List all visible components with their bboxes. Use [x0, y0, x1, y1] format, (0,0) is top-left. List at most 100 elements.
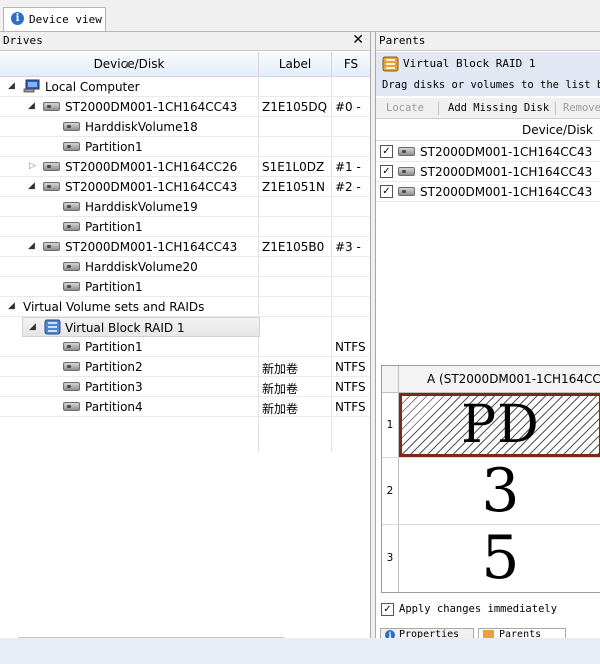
tree-row-partition[interactable]: Partition1 NTFS [0, 337, 370, 357]
grid-row-header[interactable]: 3 [382, 525, 399, 592]
tree-row-name: ST2000DM001-1CH164CC43 [65, 100, 238, 114]
partition-icon [63, 142, 80, 151]
parent-disk-row[interactable]: ✓ ST2000DM001-1CH164CC43 [376, 142, 600, 162]
bottom-tabs: i Properties Parents [376, 628, 600, 641]
tree-row-fs: #1 - [335, 160, 361, 174]
hard-disk-icon [398, 167, 415, 176]
drives-column-headers: ▲ Device/Disk Label FS [0, 52, 370, 77]
tree-row-disk[interactable]: ▷ ST2000DM001-1CH164CC26 S1E1L0DZ #1 - [0, 157, 370, 177]
grid-cell[interactable]: 5 [399, 525, 600, 592]
tree-row-name: Partition1 [85, 280, 143, 294]
tree-row-virtual-sets[interactable]: ◢ Virtual Volume sets and RAIDs [0, 297, 370, 317]
tree-row-fs: NTFS [335, 400, 366, 414]
partition-icon [63, 222, 80, 231]
collapse-arrow-icon[interactable]: ◢ [28, 181, 35, 191]
disk-checkbox[interactable]: ✓ [380, 145, 393, 158]
tree-row-label: Z1E105DQ [262, 100, 328, 114]
remove-button[interactable]: Remove [563, 102, 600, 114]
tree-row-name: ST2000DM001-1CH164CC26 [65, 160, 238, 174]
parent-disk-name: ST2000DM001-1CH164CC43 [420, 145, 593, 159]
tree-row-label: Z1E1051N [262, 180, 325, 194]
tree-row-name: HarddiskVolume18 [85, 120, 198, 134]
tree-row-partition[interactable]: Partition3 新加卷 NTFS [0, 377, 370, 397]
drives-panel: Drives ✕ ▲ Device/Disk Label FS ◢ Local … [0, 32, 371, 644]
parent-disk-row[interactable]: ✓ ST2000DM001-1CH164CC43 [376, 182, 600, 202]
column-header-label[interactable]: Label [259, 52, 332, 76]
disk-checkbox[interactable]: ✓ [380, 165, 393, 178]
grid-row-header[interactable]: 1 [382, 393, 399, 457]
tree-row-volume[interactable]: HarddiskVolume18 [0, 117, 370, 137]
raid-title: Virtual Block RAID 1 [403, 57, 536, 70]
tree-row-partition[interactable]: Partition1 [0, 217, 370, 237]
computer-icon [23, 79, 40, 93]
apply-changes-checkbox[interactable]: ✓ [381, 603, 394, 616]
partition-icon [63, 362, 80, 371]
grid-cell-selected[interactable]: PD [399, 393, 600, 457]
parents-toolbar: Locate Add Missing Disk Remove [376, 98, 600, 119]
collapse-arrow-icon[interactable]: ◢ [8, 81, 15, 91]
collapse-arrow-icon[interactable]: ◢ [8, 301, 15, 311]
tree-row-disk[interactable]: ◢ ST2000DM001-1CH164CC43 Z1E105B0 #3 - [0, 237, 370, 257]
expand-arrow-icon[interactable]: ▷ [29, 161, 36, 171]
raid-icon [382, 56, 399, 72]
tree-row-label: Z1E105B0 [262, 240, 325, 254]
toolbar-separator [555, 102, 556, 115]
tab-device-view[interactable]: i Device view [3, 7, 106, 31]
parents-panel: Parents Virtual Block RAID 1 Drag disks … [375, 32, 600, 641]
tree-row-fs: #0 - [335, 100, 361, 114]
column-header-fs[interactable]: FS [332, 52, 370, 76]
drag-hint-text: Drag disks or volumes to the list box [382, 79, 600, 91]
tree-row-label: 新加卷 [262, 382, 299, 396]
tree-row-name: Virtual Block RAID 1 [65, 321, 185, 335]
tree-row-name: Partition3 [85, 380, 143, 394]
tree-row-partition[interactable]: Partition1 [0, 277, 370, 297]
tree-row-label: S1E1L0DZ [262, 160, 325, 174]
partition-icon [63, 402, 80, 411]
grid-cell-value: PD [461, 395, 540, 455]
grid-column-header[interactable]: A (ST2000DM001-1CH164CC4 [382, 366, 600, 393]
partition-icon [63, 282, 80, 291]
hard-disk-icon [43, 242, 60, 251]
tree-row-name: Local Computer [45, 80, 140, 94]
grid-column-header-label: A (ST2000DM001-1CH164CC4 [427, 372, 600, 386]
partition-icon [63, 382, 80, 391]
grid-cell[interactable]: 3 [399, 458, 600, 524]
tree-row-local-computer[interactable]: ◢ Local Computer [0, 77, 370, 97]
grid-row-header[interactable]: 2 [382, 458, 399, 524]
parents-list-header[interactable]: Device/Disk [376, 120, 600, 141]
tree-row-fs: NTFS [335, 380, 366, 394]
add-missing-disk-button[interactable]: Add Missing Disk [448, 102, 549, 114]
tree-row-disk[interactable]: ◢ ST2000DM001-1CH164CC43 Z1E1051N #2 - [0, 177, 370, 197]
parent-disk-name: ST2000DM001-1CH164CC43 [420, 165, 593, 179]
tree-row-name: HarddiskVolume19 [85, 200, 198, 214]
tree-row-disk[interactable]: ◢ ST2000DM001-1CH164CC43 Z1E105DQ #0 - [0, 97, 370, 117]
collapse-arrow-icon[interactable]: ◢ [29, 322, 36, 332]
hard-disk-icon [43, 162, 60, 171]
raid-icon [44, 319, 61, 335]
locate-button[interactable]: Locate [386, 102, 424, 114]
tree-row-volume[interactable]: HarddiskVolume19 [0, 197, 370, 217]
partition-icon [63, 342, 80, 351]
tree-row-partition[interactable]: Partition2 新加卷 NTFS [0, 357, 370, 377]
tree-row-name: Partition1 [85, 140, 143, 154]
parents-panel-title: Parents [379, 34, 426, 47]
tree-row-label: 新加卷 [262, 362, 299, 376]
tree-row-fs: #2 - [335, 180, 361, 194]
collapse-arrow-icon[interactable]: ◢ [28, 241, 35, 251]
close-icon[interactable]: ✕ [352, 32, 364, 48]
tree-row-partition[interactable]: Partition1 [0, 137, 370, 157]
column-header-device[interactable]: ▲ Device/Disk [0, 52, 259, 76]
apply-changes-label: Apply changes immediately [399, 603, 558, 615]
tree-row-volume[interactable]: HarddiskVolume20 [0, 257, 370, 277]
disk-checkbox[interactable]: ✓ [380, 185, 393, 198]
parents-panel-header: Parents [376, 32, 600, 51]
tree-row-raid-selected[interactable]: ◢ Virtual Block RAID 1 [22, 317, 260, 337]
tree-row-name: Partition4 [85, 400, 143, 414]
collapse-arrow-icon[interactable]: ◢ [28, 101, 35, 111]
tree-row-name: ST2000DM001-1CH164CC43 [65, 240, 238, 254]
sort-ascending-icon: ▲ [125, 60, 131, 68]
hard-disk-icon [398, 147, 415, 156]
tree-row-partition[interactable]: Partition4 新加卷 NTFS [0, 397, 370, 417]
tree-row-fs: NTFS [335, 340, 366, 354]
parent-disk-row[interactable]: ✓ ST2000DM001-1CH164CC43 [376, 162, 600, 182]
